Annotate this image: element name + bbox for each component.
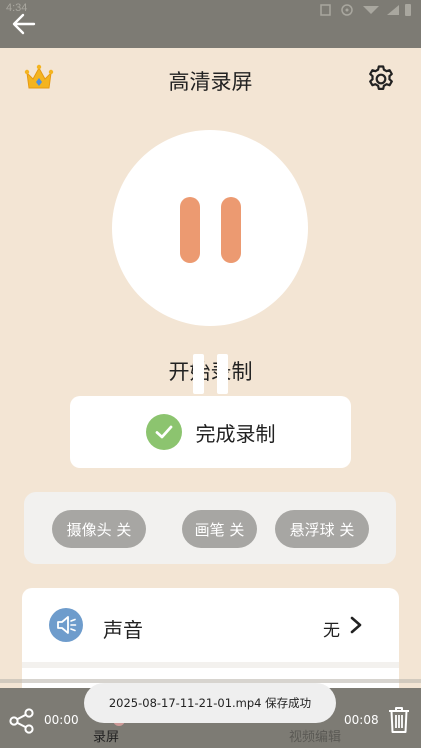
app-header: 高清录屏 [0,48,421,110]
floating-ball-toggle[interactable]: 悬浮球 关 [275,510,369,548]
chevron-right-icon [350,616,362,634]
pause-icon-bar [221,197,241,263]
status-bar: 4:34 [0,0,421,48]
current-time: 00:00 [44,713,79,727]
list-divider [22,662,399,668]
total-time: 00:08 [344,713,379,727]
pause-icon [180,197,200,263]
finish-record-button[interactable]: 完成录制 [70,396,351,468]
save-toast: 2025-08-17-11-21-01.mp4 保存成功 [84,683,336,723]
brush-toggle[interactable]: 画笔 关 [182,510,257,548]
toggle-panel: 摄像头 关 画笔 关 悬浮球 关 [24,492,396,564]
tab-video-edit[interactable]: 视频编辑 [289,726,341,745]
back-arrow-icon[interactable] [10,10,38,38]
check-icon [145,414,182,450]
pause-record-button[interactable] [112,130,308,326]
speaker-icon [49,608,83,642]
settings-list: 声音 无 [22,588,399,688]
sound-label: 声音 [103,618,143,642]
share-icon[interactable] [8,707,36,735]
finish-record-label: 完成录制 [195,421,276,446]
sound-value: 无 [323,621,340,641]
floating-pause-icon [193,354,229,394]
tab-record[interactable]: 录屏 [93,726,119,745]
trash-icon[interactable] [387,705,411,735]
status-icons [320,4,411,16]
page-title: 高清录屏 [168,70,253,94]
gear-icon[interactable] [366,64,396,94]
camera-toggle[interactable]: 摄像头 关 [52,510,146,548]
